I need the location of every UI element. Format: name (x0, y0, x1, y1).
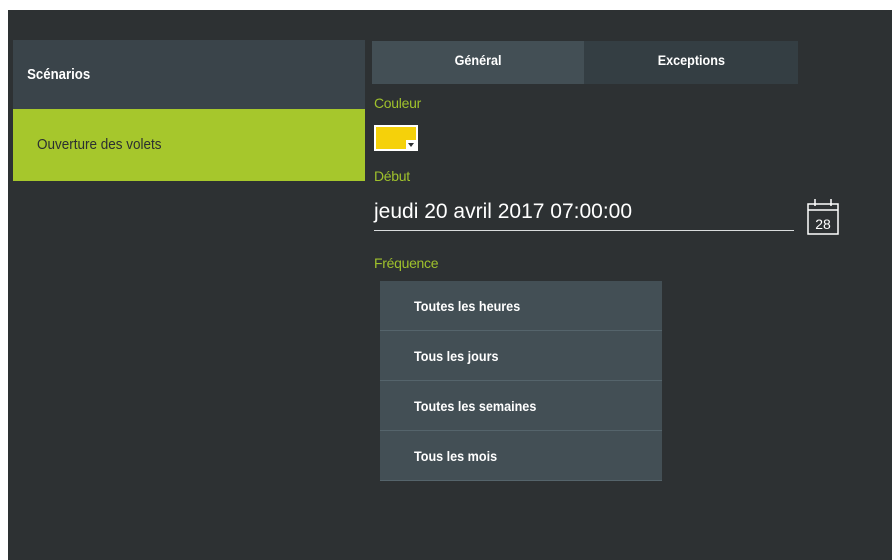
tab-bar: Général Exceptions (372, 41, 798, 84)
frequency-list: Toutes les heures Tous les jours Toutes … (380, 281, 662, 481)
sidebar-header: Scénarios (13, 40, 365, 109)
tab-general-label: Général (454, 52, 502, 68)
sidebar-item-label: Ouverture des volets (37, 136, 162, 153)
tab-exceptions-label: Exceptions (657, 52, 725, 68)
frequency-option-daily[interactable]: Tous les jours (380, 331, 662, 381)
frequency-label: Fréquence (374, 255, 439, 271)
sidebar-title: Scénarios (13, 40, 323, 109)
sidebar-item-ouverture-des-volets[interactable]: Ouverture des volets (13, 109, 365, 181)
color-picker[interactable] (374, 125, 418, 151)
sidebar: Scénarios Ouverture des volets (13, 40, 365, 181)
frequency-option-label: Toutes les heures (414, 298, 521, 314)
app-window: Scénarios Ouverture des volets Général E… (8, 10, 892, 560)
frequency-option-label: Toutes les semaines (414, 398, 537, 414)
start-date-field[interactable]: jeudi 20 avril 2017 07:00:00 (374, 194, 794, 231)
frequency-option-weekly[interactable]: Toutes les semaines (380, 381, 662, 431)
calendar-day: 28 (815, 216, 831, 232)
color-label: Couleur (374, 95, 421, 111)
chevron-down-icon (406, 140, 416, 149)
frequency-option-monthly[interactable]: Tous les mois (380, 431, 662, 481)
frequency-option-label: Tous les mois (414, 448, 498, 464)
frequency-option-hourly[interactable]: Toutes les heures (380, 281, 662, 331)
tab-exceptions[interactable]: Exceptions (584, 41, 798, 84)
calendar-icon[interactable]: 28 (805, 196, 841, 236)
start-label: Début (374, 168, 410, 184)
frequency-option-label: Tous les jours (414, 348, 499, 364)
tab-general[interactable]: Général (372, 41, 584, 84)
